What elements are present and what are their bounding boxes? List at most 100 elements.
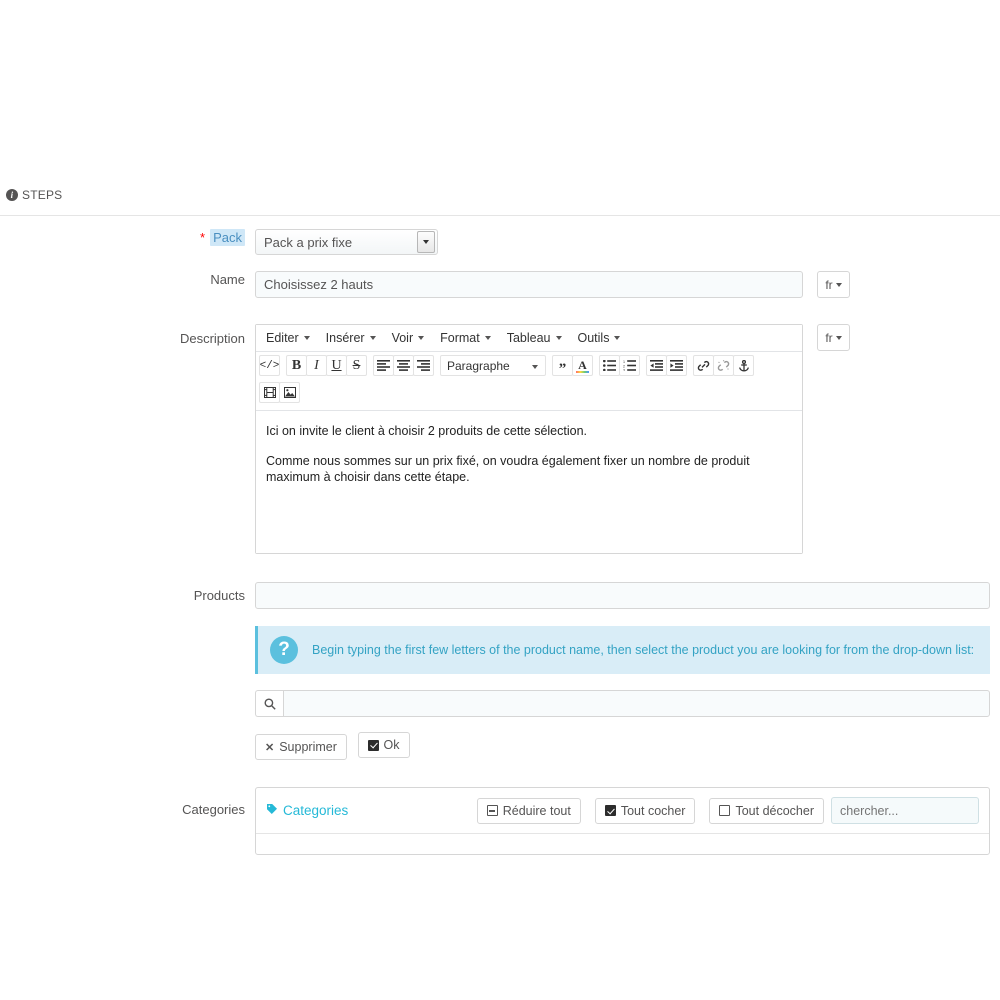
pack-select[interactable]: Pack a prix fixe xyxy=(255,229,438,255)
info-circle-icon: i xyxy=(6,189,18,201)
name-language-button[interactable]: fr xyxy=(817,271,850,298)
align-right-icon[interactable] xyxy=(413,355,434,376)
categories-panel-header: Categories Réduire tout Tout cocher Tout… xyxy=(256,788,989,833)
question-mark-icon: ? xyxy=(270,636,298,664)
products-help-text: Begin typing the first few letters of th… xyxy=(312,643,975,657)
outdent-icon[interactable] xyxy=(646,355,667,376)
toolbar-group-align xyxy=(373,355,434,376)
description-field-cell: Editer Insérer Voir Format Tableau Outil… xyxy=(255,324,1000,554)
products-help-alert: ? Begin typing the first few letters of … xyxy=(255,626,990,674)
toolbar-group-links xyxy=(693,355,754,376)
form-row-pack: * Pack Pack a prix fixe xyxy=(0,229,1000,255)
search-icon xyxy=(255,690,283,717)
categories-panel: Categories Réduire tout Tout cocher Tout… xyxy=(255,787,990,855)
chevron-down-icon xyxy=(369,336,376,340)
menu-inserer[interactable]: Insérer xyxy=(318,328,384,348)
form-row-description: Description Editer Insérer Voir Format T… xyxy=(0,324,1000,554)
description-language-label: fr xyxy=(825,330,833,345)
minus-square-icon xyxy=(486,805,498,816)
italic-icon[interactable]: I xyxy=(306,355,327,376)
menu-format-label: Format xyxy=(440,331,480,345)
menu-voir[interactable]: Voir xyxy=(384,328,433,348)
chevron-down-icon xyxy=(614,336,621,340)
categories-panel-title: Categories xyxy=(266,803,477,818)
categories-tree-body xyxy=(256,833,989,854)
menu-editer[interactable]: Editer xyxy=(258,328,318,348)
text-color-icon[interactable]: A xyxy=(572,355,593,376)
delete-button[interactable]: ✕ Supprimer xyxy=(255,734,347,760)
blockquote-icon[interactable]: ” xyxy=(552,355,573,376)
numbered-list-icon[interactable]: 123 xyxy=(619,355,640,376)
pack-select-value: Pack a prix fixe xyxy=(264,234,353,250)
rich-text-editor[interactable]: Editer Insérer Voir Format Tableau Outil… xyxy=(255,324,803,554)
products-input[interactable] xyxy=(255,582,990,609)
description-language-button[interactable]: fr xyxy=(817,324,850,351)
product-search-input[interactable] xyxy=(283,690,990,717)
pack-label-cell: * Pack xyxy=(0,229,255,246)
required-marker: * xyxy=(200,230,206,245)
panel-heading: i STEPS xyxy=(0,188,1000,216)
indent-icon[interactable] xyxy=(666,355,687,376)
bold-icon[interactable]: B xyxy=(286,355,307,376)
toolbar-group-source: </> xyxy=(259,355,280,376)
collapse-all-button[interactable]: Réduire tout xyxy=(476,797,581,824)
steps-form: * Pack Pack a prix fixe Name fr Descripti… xyxy=(0,216,1000,855)
editor-menubar: Editer Insérer Voir Format Tableau Outil… xyxy=(256,325,802,352)
chevron-down-icon xyxy=(532,365,538,369)
uncheck-all-button[interactable]: Tout décocher xyxy=(709,797,824,824)
name-language-label: fr xyxy=(825,277,833,292)
strikethrough-icon[interactable]: S xyxy=(346,355,367,376)
format-select[interactable]: Paragraphe xyxy=(440,355,546,376)
editor-body[interactable]: Ici on invite le client à choisir 2 prod… xyxy=(256,411,802,553)
link-icon[interactable] xyxy=(693,355,714,376)
products-label: Products xyxy=(193,588,245,603)
chevron-down-icon xyxy=(484,336,491,340)
categories-panel-title-label: Categories xyxy=(283,803,349,818)
form-row-name: Name fr xyxy=(0,271,1000,298)
collapse-all-label: Réduire tout xyxy=(502,803,571,818)
menu-tableau[interactable]: Tableau xyxy=(499,328,570,348)
chevron-down-icon[interactable] xyxy=(417,231,435,253)
times-icon: ✕ xyxy=(265,741,275,754)
toolbar-group-indent xyxy=(646,355,687,376)
menu-format[interactable]: Format xyxy=(432,328,499,348)
svg-text:3: 3 xyxy=(623,369,625,371)
categories-tools: Réduire tout Tout cocher Tout décocher xyxy=(476,797,979,824)
ok-button[interactable]: Ok xyxy=(357,732,410,758)
toolbar-group-format: Paragraphe xyxy=(440,355,546,376)
anchor-icon[interactable] xyxy=(733,355,754,376)
underline-icon[interactable]: U xyxy=(326,355,347,376)
menu-outils[interactable]: Outils xyxy=(570,328,629,348)
source-code-icon[interactable]: </> xyxy=(259,355,280,376)
unlink-icon[interactable] xyxy=(713,355,734,376)
menu-outils-label: Outils xyxy=(577,331,610,345)
toolbar-group-media xyxy=(259,382,300,403)
form-row-products: Products ? Begin typing the first few le… xyxy=(0,582,1000,760)
categories-field-cell: Categories Réduire tout Tout cocher Tout… xyxy=(255,787,1000,855)
format-select-value: Paragraphe xyxy=(447,358,510,373)
form-row-categories: Categories Categories Réduire tout Tout … xyxy=(0,787,1000,855)
chevron-down-icon xyxy=(835,282,842,287)
chevron-down-icon xyxy=(418,336,425,340)
check-all-button[interactable]: Tout cocher xyxy=(594,797,696,824)
name-field-cell: fr xyxy=(255,271,1000,298)
products-field-cell: ? Begin typing the first few letters of … xyxy=(255,582,1000,760)
check-square-icon xyxy=(604,805,616,816)
bullet-list-icon[interactable] xyxy=(599,355,620,376)
uncheck-all-label: Tout décocher xyxy=(735,803,814,818)
align-left-icon[interactable] xyxy=(373,355,394,376)
categories-search-input[interactable] xyxy=(831,797,979,824)
ok-button-label: Ok xyxy=(383,738,400,752)
toolbar-group-lists: 123 xyxy=(599,355,640,376)
chevron-down-icon xyxy=(303,336,310,340)
name-input[interactable] xyxy=(255,271,803,298)
video-icon[interactable] xyxy=(259,382,280,403)
menu-editer-label: Editer xyxy=(266,331,299,345)
color-swatch xyxy=(576,371,589,373)
align-center-icon[interactable] xyxy=(393,355,414,376)
image-icon[interactable] xyxy=(279,382,300,403)
description-label: Description xyxy=(179,331,245,346)
toolbar-group-quote-color: ” A xyxy=(552,355,593,376)
check-square-icon xyxy=(367,739,379,751)
editor-paragraph-1: Ici on invite le client à choisir 2 prod… xyxy=(266,424,588,438)
